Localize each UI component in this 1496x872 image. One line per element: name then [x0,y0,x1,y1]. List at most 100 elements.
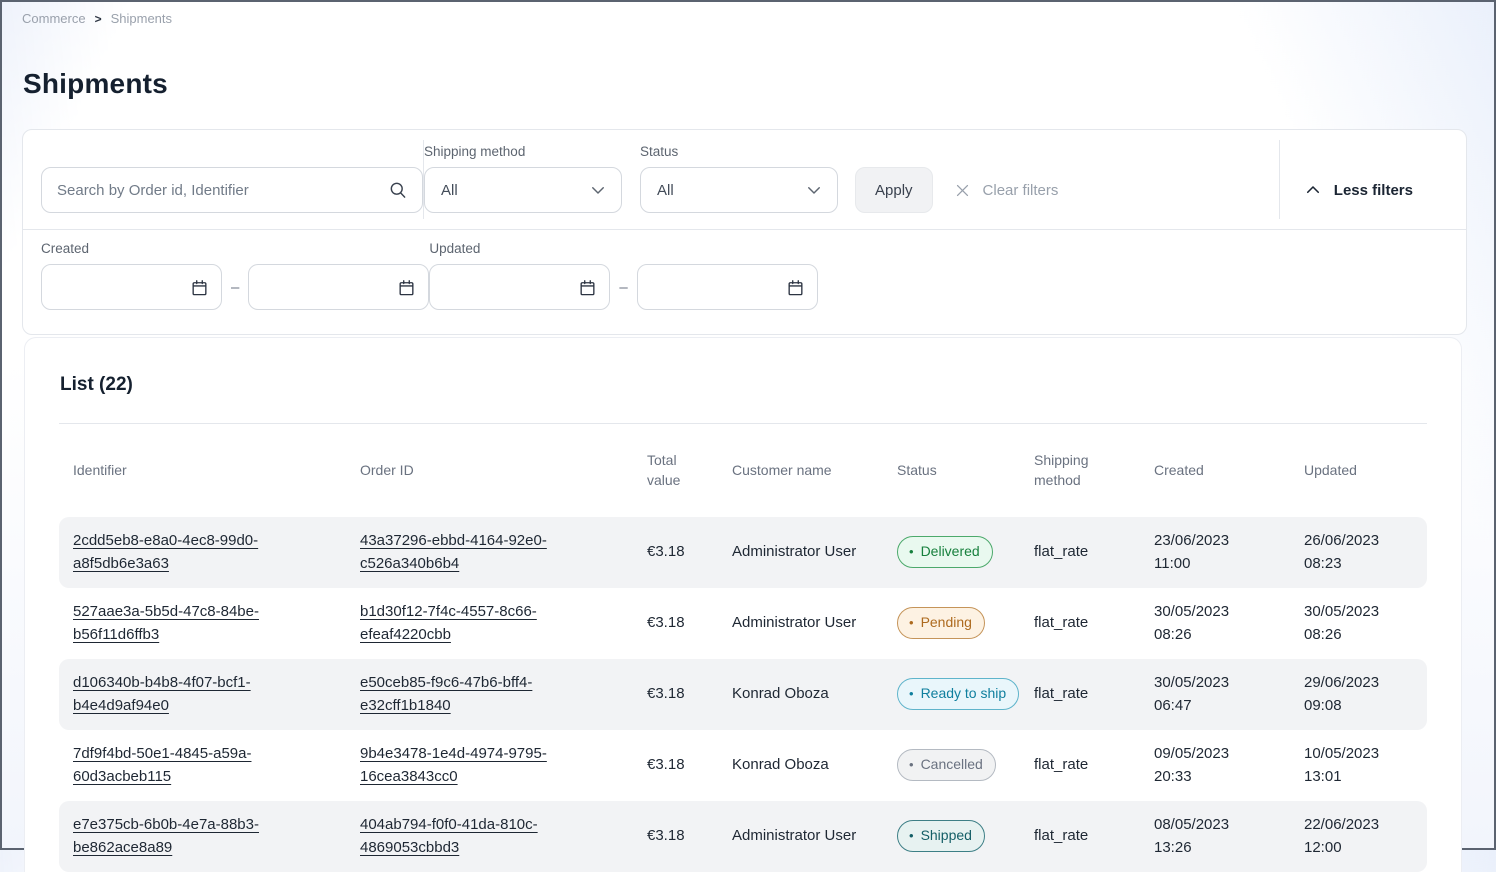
shipping-method-select[interactable]: All [424,167,622,213]
order-id-link[interactable]: 9b4e3478-1e4d-4974-9795-16cea3843cc0 [360,745,547,785]
column-header: Customer name [718,434,883,506]
breadcrumb-commerce[interactable]: Commerce [22,11,86,26]
created-date: 08/05/2023 [1154,813,1276,836]
status-dot-icon: • [909,829,914,842]
created-date: 30/05/2023 [1154,600,1276,623]
status-select[interactable]: All [640,167,838,213]
filters-panel: Shipping method All Status All [22,129,1467,335]
status-badge-label: Pending [921,612,972,634]
order-id-link[interactable]: 43a37296-ebbd-4164-92e0-c526a340b6b4 [360,532,547,572]
customer-name-cell: Administrator User [718,528,883,575]
customer-name-cell: Konrad Oboza [718,741,883,788]
updated-from-input[interactable] [444,280,578,295]
filter-divider [1279,140,1280,219]
order-id-link[interactable]: e50ceb85-f9c6-47b6-bff4-e32cff1b1840 [360,674,532,714]
created-to-input[interactable] [263,280,397,295]
filters-row-main: Shipping method All Status All [23,130,1466,229]
status-cell: • Delivered [883,524,1020,581]
status-dot-icon: • [909,758,914,771]
column-header: Updated [1290,434,1427,506]
chevron-down-icon [589,181,607,199]
updated-label: Updated [429,241,817,256]
identifier-link[interactable]: e7e375cb-6b0b-4e7a-88b3-be862ace8a89 [73,816,259,856]
created-time: 20:33 [1154,765,1276,788]
order-id-link[interactable]: 404ab794-f0f0-41da-810c-4869053cbbd3 [360,816,538,856]
updated-time: 12:00 [1304,836,1413,859]
search-box[interactable] [41,167,423,213]
order-id-cell: 9b4e3478-1e4d-4974-9795-16cea3843cc0 [346,730,633,801]
updated-cell: 22/06/2023 12:00 [1290,801,1427,872]
created-time: 06:47 [1154,694,1276,717]
shipping-method-value: All [441,182,458,199]
status-badge: • Pending [897,607,985,640]
table-row: d106340b-b4b8-4f07-bcf1-b4e4d9af94e0 e50… [59,659,1427,730]
order-id-cell: 404ab794-f0f0-41da-810c-4869053cbbd3 [346,801,633,872]
less-filters-label: Less filters [1334,182,1413,199]
shipping-method-cell: flat_rate [1020,599,1140,646]
created-from-field[interactable] [41,264,222,310]
calendar-icon[interactable] [578,278,597,297]
shipping-method-label: Shipping method [424,144,622,159]
shipping-method-cell: flat_rate [1020,528,1140,575]
customer-name-cell: Administrator User [718,599,883,646]
clear-filters-label: Clear filters [983,182,1059,199]
shipments-list-card: List (22) IdentifierOrder IDTotal valueC… [24,337,1462,872]
shipping-method-group: Shipping method All [424,144,622,213]
table-row: 7df9f4bd-50e1-4845-a59a-60d3acbeb115 9b4… [59,730,1427,801]
status-value: All [657,182,674,199]
status-badge: • Shipped [897,820,985,853]
created-from-input[interactable] [56,280,190,295]
breadcrumb: Commerce > Shipments [2,2,1494,26]
identifier-link[interactable]: 7df9f4bd-50e1-4845-a59a-60d3acbeb115 [73,745,251,785]
search-input[interactable] [57,182,388,199]
status-cell: • Ready to ship [883,666,1020,723]
created-cell: 23/06/2023 11:00 [1140,517,1290,588]
clear-filters-button[interactable]: Clear filters [954,167,1059,213]
shipping-method-cell: flat_rate [1020,812,1140,859]
column-header: Order ID [346,434,633,506]
chevron-up-icon [1304,181,1322,199]
total-value-cell: €3.18 [633,528,718,575]
updated-date: 30/05/2023 [1304,600,1413,623]
status-dot-icon: • [909,616,914,629]
identifier-link[interactable]: 527aae3a-5b5d-47c8-84be-b56f11d6ffb3 [73,603,259,643]
shipping-method-cell: flat_rate [1020,670,1140,717]
column-header: Created [1140,434,1290,506]
order-id-link[interactable]: b1d30f12-7f4c-4557-8c66-efeaf4220cbb [360,603,537,643]
search-icon [388,180,408,200]
created-to-field[interactable] [248,264,429,310]
calendar-icon[interactable] [190,278,209,297]
created-date: 09/05/2023 [1154,742,1276,765]
table-header-row: IdentifierOrder IDTotal valueCustomer na… [59,424,1427,517]
table-row: 527aae3a-5b5d-47c8-84be-b56f11d6ffb3 b1d… [59,588,1427,659]
column-header: Status [883,434,1020,506]
updated-from-field[interactable] [429,264,610,310]
order-id-cell: e50ceb85-f9c6-47b6-bff4-e32cff1b1840 [346,659,633,730]
created-date: 23/06/2023 [1154,529,1276,552]
status-badge: • Cancelled [897,749,996,782]
created-cell: 08/05/2023 13:26 [1140,801,1290,872]
apply-button[interactable]: Apply [855,167,933,213]
identifier-cell: d106340b-b4b8-4f07-bcf1-b4e4d9af94e0 [59,659,346,730]
chevron-down-icon [805,181,823,199]
less-filters-toggle[interactable]: Less filters [1304,167,1413,213]
calendar-icon[interactable] [786,278,805,297]
updated-to-field[interactable] [637,264,818,310]
table-row: 2cdd5eb8-e8a0-4ec8-99d0-a8f5db6e3a63 43a… [59,517,1427,588]
breadcrumb-shipments[interactable]: Shipments [111,11,172,26]
identifier-link[interactable]: d106340b-b4b8-4f07-bcf1-b4e4d9af94e0 [73,674,251,714]
calendar-icon[interactable] [397,278,416,297]
order-id-cell: 43a37296-ebbd-4164-92e0-c526a340b6b4 [346,517,633,588]
updated-range-group: Updated – [429,241,817,310]
identifier-link[interactable]: 2cdd5eb8-e8a0-4ec8-99d0-a8f5db6e3a63 [73,532,258,572]
created-date: 30/05/2023 [1154,671,1276,694]
customer-name-cell: Konrad Oboza [718,670,883,717]
updated-time: 13:01 [1304,765,1413,788]
list-title: List (22) [59,338,1427,423]
updated-to-input[interactable] [652,280,786,295]
created-range-group: Created – [41,241,429,310]
filters-row-dates: Created – [23,230,1466,334]
status-badge-label: Ready to ship [921,683,1007,705]
updated-date: 26/06/2023 [1304,529,1413,552]
total-value-cell: €3.18 [633,599,718,646]
